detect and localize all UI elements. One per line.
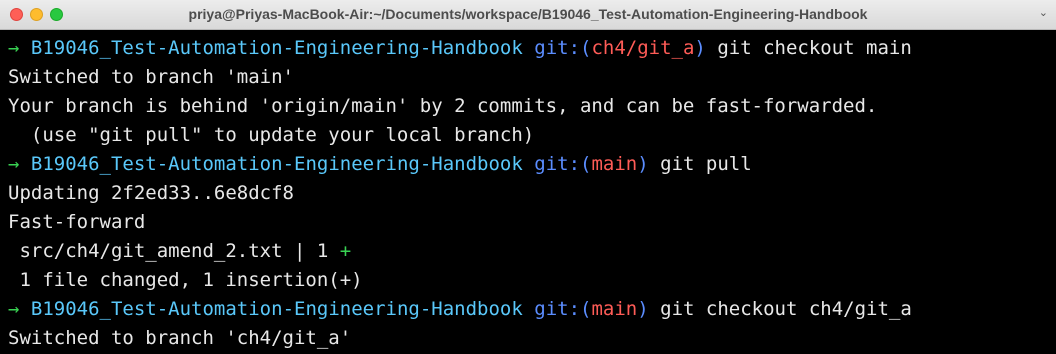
git-branch: ch4/git_a: [591, 37, 695, 59]
git-label-close: ): [637, 153, 649, 175]
git-label: git:(: [534, 153, 592, 175]
terminal-window: priya@Priyas-MacBook-Air:~/Documents/wor…: [0, 0, 1056, 354]
prompt-arrow-icon: →: [8, 37, 20, 59]
diffstat-line: src/ch4/git_amend_2.txt | 1 +: [8, 237, 1048, 266]
command-text: git pull: [660, 153, 752, 175]
prompt-line: → B19046_Test-Automation-Engineering-Han…: [8, 150, 1048, 179]
prompt-arrow-icon: →: [8, 153, 20, 175]
git-label: git:(: [534, 298, 592, 320]
command-text: git checkout main: [717, 37, 912, 59]
scroll-down-arrow-icon[interactable]: ⌄: [1039, 6, 1048, 19]
prompt-line: → B19046_Test-Automation-Engineering-Han…: [8, 295, 1048, 324]
title-bar[interactable]: priya@Priyas-MacBook-Air:~/Documents/wor…: [0, 0, 1056, 30]
git-branch: main: [591, 153, 638, 175]
output-line: Your branch is behind 'origin/main' by 2…: [8, 95, 878, 117]
diffstat-plus: +: [339, 240, 352, 262]
output-line: Updating 2f2ed33..6e8dcf8: [8, 182, 294, 204]
output-line: Switched to branch 'main': [8, 66, 294, 88]
prompt-directory: B19046_Test-Automation-Engineering-Handb…: [30, 298, 523, 320]
git-label-close: ): [694, 37, 706, 59]
prompt-arrow-icon: →: [8, 298, 20, 320]
output-line: (use "git pull" to update your local bra…: [8, 124, 535, 146]
output-line: 1 file changed, 1 insertion(+): [8, 269, 363, 291]
diffstat-file: src/ch4/git_amend_2.txt | 1: [8, 240, 340, 262]
git-label-close: ): [637, 298, 649, 320]
command-text: git checkout ch4/git_a: [660, 298, 912, 320]
output-line: Switched to branch 'ch4/git_a': [8, 327, 352, 349]
prompt-directory: B19046_Test-Automation-Engineering-Handb…: [30, 37, 523, 59]
output-line: Fast-forward: [8, 211, 146, 233]
window-title: priya@Priyas-MacBook-Air:~/Documents/wor…: [188, 6, 868, 22]
prompt-directory: B19046_Test-Automation-Engineering-Handb…: [30, 153, 523, 175]
terminal-output[interactable]: → B19046_Test-Automation-Engineering-Han…: [8, 34, 1048, 352]
git-label: git:(: [534, 37, 592, 59]
git-branch: main: [591, 298, 638, 320]
prompt-line: → B19046_Test-Automation-Engineering-Han…: [8, 34, 1048, 63]
